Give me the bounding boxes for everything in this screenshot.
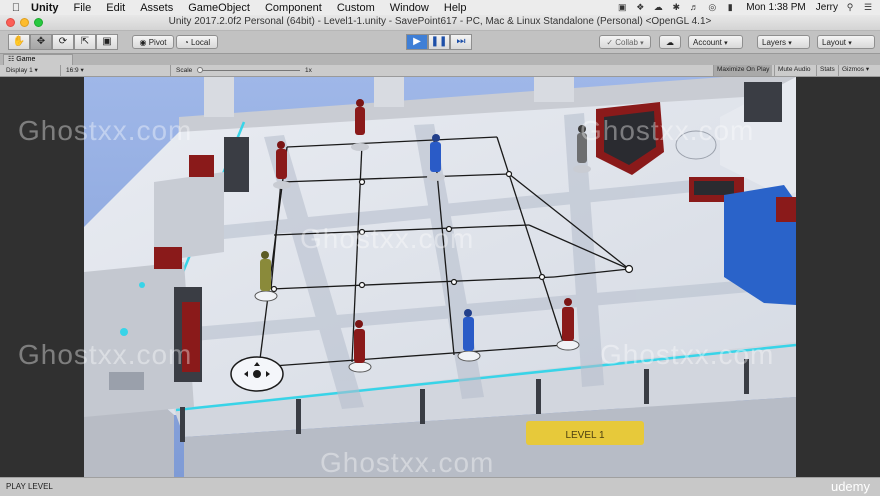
menu-custom[interactable]: Custom [337, 2, 375, 14]
wifi-icon[interactable]: ◎ [706, 3, 718, 12]
back-pillar [534, 77, 574, 102]
collab-check-icon: ✓ [606, 38, 616, 47]
bluetooth-icon[interactable]: ✱ [670, 3, 682, 12]
menu-assets[interactable]: Assets [140, 2, 173, 14]
rotate-tool-icon[interactable]: ⟳ [52, 34, 74, 50]
pivot-toggle[interactable]: ◉ Pivot [132, 35, 174, 49]
collab-dropdown[interactable]: ✓ Collab [599, 35, 651, 49]
aspect-label: 16:9 [66, 67, 79, 74]
menu-window[interactable]: Window [390, 2, 429, 14]
unity-toolbar: ✋ ✥ ⟳ ⇱ ▣ ◉ Pivot ◔ Local ▶ ❚❚ ⏭ ✓ Colla… [0, 31, 880, 54]
local-toggle[interactable]: ◔ Local [176, 35, 218, 49]
window-title-bar: Unity 2017.2.0f2 Personal (64bit) - Leve… [0, 15, 880, 31]
pivot-label: Pivot [148, 38, 167, 47]
game-tab-icon: ☷ [8, 56, 15, 63]
watermark: Ghostxx.com [320, 447, 495, 478]
level-sign-text: LEVEL 1 [565, 430, 605, 441]
dropbox-icon[interactable]: ❖ [634, 3, 646, 12]
tab-game[interactable]: ☷ Game [3, 54, 73, 65]
apple-menu-icon[interactable]:  [9, 2, 23, 14]
scale-slider-track[interactable] [200, 70, 300, 71]
local-label: Local [190, 38, 211, 47]
status-message: PLAY LEVEL [6, 482, 53, 491]
watermark: Ghostxx.com [580, 115, 755, 146]
transform-tools: ✋ ✥ ⟳ ⇱ ▣ [8, 34, 118, 50]
pause-button-icon[interactable]: ❚❚ [428, 34, 450, 50]
back-pillar [374, 77, 404, 107]
red-chair [154, 247, 182, 269]
display-dropdown[interactable]: Display 1 ▾ [6, 66, 38, 75]
armchair-seat [694, 181, 734, 195]
watermark: Ghostxx.com [18, 339, 193, 370]
menu-component[interactable]: Component [265, 2, 322, 14]
scale-value: 1x [305, 67, 312, 74]
red-chair [189, 155, 214, 177]
menu-file[interactable]: File [74, 2, 92, 14]
status-bar: PLAY LEVEL udemy [0, 477, 880, 496]
player-target-reticle[interactable] [230, 356, 284, 392]
layout-dropdown[interactable]: Layout [817, 35, 875, 49]
account-label: Account [693, 38, 722, 47]
playback-controls: ▶ ❚❚ ⏭ [406, 34, 472, 50]
aspect-dropdown[interactable]: 16:9 ▾ [66, 66, 84, 75]
collab-label: Collab [615, 38, 638, 47]
udemy-brand: udemy [830, 479, 870, 494]
local-icon: ◔ [183, 38, 191, 47]
wall-light [139, 282, 145, 288]
layers-dropdown[interactable]: Layers [757, 35, 810, 49]
wall-vent [109, 372, 144, 390]
user-name[interactable]: Jerry [816, 2, 838, 13]
cloud-icon[interactable]: ☁ [652, 3, 664, 12]
menu-bar:  Unity File Edit Assets GameObject Comp… [0, 0, 880, 15]
menu-help[interactable]: Help [444, 2, 467, 14]
clock[interactable]: Mon 1:38 PM [746, 2, 805, 13]
scale-tool-icon[interactable]: ⇱ [74, 34, 96, 50]
play-button-icon[interactable]: ▶ [406, 34, 428, 50]
red-chair-right [776, 197, 796, 222]
game-viewport[interactable]: LEVEL 1 Ghostxx.com Ghostxx.com Ghostxx.… [0, 77, 880, 478]
back-pillar [204, 77, 234, 117]
game-view-controls: Display 1 ▾ 16:9 ▾ Scale 1x Maximize On … [0, 65, 880, 77]
window-title: Unity 2017.2.0f2 Personal (64bit) - Leve… [168, 16, 712, 27]
tab-game-label: Game [16, 56, 36, 63]
layout-label: Layout [822, 38, 847, 47]
volume-icon[interactable]: ♬ [688, 3, 700, 12]
move-tool-icon[interactable]: ✥ [30, 34, 52, 50]
stats-toggle[interactable]: Stats [816, 65, 838, 76]
watermark: Ghostxx.com [600, 339, 775, 370]
list-icon[interactable]: ☰ [862, 3, 874, 12]
layers-label: Layers [762, 38, 787, 47]
wall-light [120, 328, 128, 336]
scale-slider-handle[interactable] [197, 67, 203, 73]
mute-audio-toggle[interactable]: Mute Audio [774, 65, 814, 76]
search-icon[interactable]: ⚲ [844, 3, 856, 12]
camera-icon[interactable]: ▣ [616, 3, 628, 12]
dark-pillar [224, 137, 249, 192]
watermark: Ghostxx.com [18, 115, 193, 146]
divider [170, 65, 171, 76]
menu-edit[interactable]: Edit [106, 2, 125, 14]
rect-tool-icon[interactable]: ▣ [96, 34, 118, 50]
scale-label: Scale [176, 67, 193, 74]
status-area: ▣ ❖ ☁ ✱ ♬ ◎ ▮ Mon 1:38 PM Jerry ⚲ ☰ [610, 0, 874, 15]
menu-unity[interactable]: Unity [31, 2, 59, 14]
divider [60, 65, 61, 76]
maximize-on-play-toggle[interactable]: Maximize On Play [713, 65, 773, 76]
watermark: Ghostxx.com [300, 223, 475, 254]
gizmos-dropdown[interactable]: Gizmos ▾ [838, 65, 872, 76]
cloud-services-icon: ☁ [666, 38, 674, 47]
battery-icon[interactable]: ▮ [724, 3, 736, 12]
menu-gameobject[interactable]: GameObject [188, 2, 250, 14]
gizmos-label: Gizmos [842, 66, 865, 73]
display-label: Display 1 [6, 67, 33, 74]
account-dropdown[interactable]: Account [688, 35, 743, 49]
game-tab-bar: ☷ Game [0, 54, 880, 65]
step-button-icon[interactable]: ⏭ [450, 34, 472, 50]
cloud-button[interactable]: ☁ [659, 35, 681, 49]
hand-tool-icon[interactable]: ✋ [8, 34, 30, 50]
pivot-icon: ◉ [139, 38, 149, 47]
